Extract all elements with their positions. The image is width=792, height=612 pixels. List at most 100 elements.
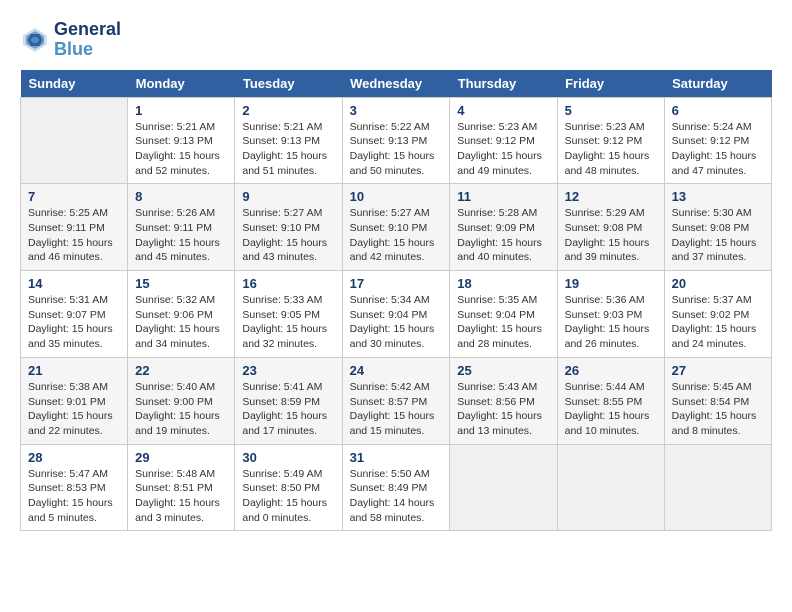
logo: General Blue: [20, 20, 121, 60]
column-header-wednesday: Wednesday: [342, 70, 450, 98]
column-header-saturday: Saturday: [664, 70, 771, 98]
day-number: 2: [242, 103, 334, 118]
calendar-cell: 25 Sunrise: 5:43 AM Sunset: 8:56 PM Dayli…: [450, 357, 557, 444]
calendar-cell: 3 Sunrise: 5:22 AM Sunset: 9:13 PM Daylig…: [342, 97, 450, 184]
day-number: 15: [135, 276, 227, 291]
week-row-2: 7 Sunrise: 5:25 AM Sunset: 9:11 PM Daylig…: [21, 184, 772, 271]
column-header-friday: Friday: [557, 70, 664, 98]
day-number: 7: [28, 189, 120, 204]
day-number: 30: [242, 450, 334, 465]
calendar-cell: 12 Sunrise: 5:29 AM Sunset: 9:08 PM Dayli…: [557, 184, 664, 271]
logo-icon: [20, 25, 50, 55]
day-info: Sunrise: 5:42 AM Sunset: 8:57 PM Dayligh…: [350, 380, 443, 439]
day-info: Sunrise: 5:36 AM Sunset: 9:03 PM Dayligh…: [565, 293, 657, 352]
day-number: 31: [350, 450, 443, 465]
calendar-cell: 14 Sunrise: 5:31 AM Sunset: 9:07 PM Dayli…: [21, 271, 128, 358]
day-info: Sunrise: 5:49 AM Sunset: 8:50 PM Dayligh…: [242, 467, 334, 526]
day-info: Sunrise: 5:40 AM Sunset: 9:00 PM Dayligh…: [135, 380, 227, 439]
day-info: Sunrise: 5:43 AM Sunset: 8:56 PM Dayligh…: [457, 380, 549, 439]
calendar-cell: 24 Sunrise: 5:42 AM Sunset: 8:57 PM Dayli…: [342, 357, 450, 444]
day-number: 11: [457, 189, 549, 204]
day-info: Sunrise: 5:34 AM Sunset: 9:04 PM Dayligh…: [350, 293, 443, 352]
calendar-cell: 18 Sunrise: 5:35 AM Sunset: 9:04 PM Dayli…: [450, 271, 557, 358]
calendar-cell: 20Sunrise: 5:37 AM Sunset: 9:02 PM Dayli…: [664, 271, 771, 358]
day-info: Sunrise: 5:45 AM Sunset: 8:54 PM Dayligh…: [672, 380, 764, 439]
calendar-cell: 5Sunrise: 5:23 AM Sunset: 9:12 PM Daylig…: [557, 97, 664, 184]
calendar-cell: 9 Sunrise: 5:27 AM Sunset: 9:10 PM Daylig…: [235, 184, 342, 271]
day-number: 14: [28, 276, 120, 291]
day-info: Sunrise: 5:24 AM Sunset: 9:12 PM Dayligh…: [672, 120, 764, 179]
calendar-cell: 4Sunrise: 5:23 AM Sunset: 9:12 PM Daylig…: [450, 97, 557, 184]
calendar-cell: [557, 444, 664, 531]
calendar-cell: 8 Sunrise: 5:26 AM Sunset: 9:11 PM Daylig…: [128, 184, 235, 271]
calendar-cell: [450, 444, 557, 531]
calendar-table: SundayMondayTuesdayWednesdayThursdayFrid…: [20, 70, 772, 532]
day-number: 3: [350, 103, 443, 118]
day-number: 13: [672, 189, 764, 204]
day-info: Sunrise: 5:32 AM Sunset: 9:06 PM Dayligh…: [135, 293, 227, 352]
day-number: 28: [28, 450, 120, 465]
calendar-cell: 17 Sunrise: 5:34 AM Sunset: 9:04 PM Dayli…: [342, 271, 450, 358]
day-info: Sunrise: 5:26 AM Sunset: 9:11 PM Dayligh…: [135, 206, 227, 265]
calendar-cell: 7 Sunrise: 5:25 AM Sunset: 9:11 PM Daylig…: [21, 184, 128, 271]
day-number: 17: [350, 276, 443, 291]
calendar-cell: 6 Sunrise: 5:24 AM Sunset: 9:12 PM Daylig…: [664, 97, 771, 184]
day-number: 24: [350, 363, 443, 378]
calendar-cell: 28 Sunrise: 5:47 AM Sunset: 8:53 PM Dayli…: [21, 444, 128, 531]
calendar-cell: 2 Sunrise: 5:21 AM Sunset: 9:13 PM Daylig…: [235, 97, 342, 184]
day-info: Sunrise: 5:28 AM Sunset: 9:09 PM Dayligh…: [457, 206, 549, 265]
calendar-cell: 11 Sunrise: 5:28 AM Sunset: 9:09 PM Dayli…: [450, 184, 557, 271]
day-number: 18: [457, 276, 549, 291]
day-number: 6: [672, 103, 764, 118]
day-number: 9: [242, 189, 334, 204]
calendar-cell: 23 Sunrise: 5:41 AM Sunset: 8:59 PM Dayli…: [235, 357, 342, 444]
calendar-header-row: SundayMondayTuesdayWednesdayThursdayFrid…: [21, 70, 772, 98]
calendar-cell: 15 Sunrise: 5:32 AM Sunset: 9:06 PM Dayli…: [128, 271, 235, 358]
day-info: Sunrise: 5:25 AM Sunset: 9:11 PM Dayligh…: [28, 206, 120, 265]
day-info: Sunrise: 5:27 AM Sunset: 9:10 PM Dayligh…: [350, 206, 443, 265]
day-number: 23: [242, 363, 334, 378]
day-info: Sunrise: 5:37 AM Sunset: 9:02 PM Dayligh…: [672, 293, 764, 352]
day-info: Sunrise: 5:35 AM Sunset: 9:04 PM Dayligh…: [457, 293, 549, 352]
page-header: General Blue: [20, 20, 772, 60]
calendar-cell: 13Sunrise: 5:30 AM Sunset: 9:08 PM Dayli…: [664, 184, 771, 271]
day-number: 26: [565, 363, 657, 378]
week-row-3: 14 Sunrise: 5:31 AM Sunset: 9:07 PM Dayli…: [21, 271, 772, 358]
day-info: Sunrise: 5:21 AM Sunset: 9:13 PM Dayligh…: [135, 120, 227, 179]
day-info: Sunrise: 5:41 AM Sunset: 8:59 PM Dayligh…: [242, 380, 334, 439]
calendar-cell: 21 Sunrise: 5:38 AM Sunset: 9:01 PM Dayli…: [21, 357, 128, 444]
day-info: Sunrise: 5:22 AM Sunset: 9:13 PM Dayligh…: [350, 120, 443, 179]
day-info: Sunrise: 5:48 AM Sunset: 8:51 PM Dayligh…: [135, 467, 227, 526]
day-info: Sunrise: 5:27 AM Sunset: 9:10 PM Dayligh…: [242, 206, 334, 265]
column-header-sunday: Sunday: [21, 70, 128, 98]
day-info: Sunrise: 5:38 AM Sunset: 9:01 PM Dayligh…: [28, 380, 120, 439]
day-number: 22: [135, 363, 227, 378]
logo-text: General Blue: [54, 20, 121, 60]
week-row-5: 28 Sunrise: 5:47 AM Sunset: 8:53 PM Dayli…: [21, 444, 772, 531]
day-info: Sunrise: 5:33 AM Sunset: 9:05 PM Dayligh…: [242, 293, 334, 352]
day-number: 25: [457, 363, 549, 378]
day-number: 27: [672, 363, 764, 378]
column-header-tuesday: Tuesday: [235, 70, 342, 98]
day-info: Sunrise: 5:29 AM Sunset: 9:08 PM Dayligh…: [565, 206, 657, 265]
column-header-monday: Monday: [128, 70, 235, 98]
day-number: 21: [28, 363, 120, 378]
day-number: 1: [135, 103, 227, 118]
calendar-cell: [664, 444, 771, 531]
day-number: 19: [565, 276, 657, 291]
day-number: 16: [242, 276, 334, 291]
calendar-cell: 27 Sunrise: 5:45 AM Sunset: 8:54 PM Dayli…: [664, 357, 771, 444]
day-info: Sunrise: 5:23 AM Sunset: 9:12 PM Dayligh…: [565, 120, 657, 179]
day-info: Sunrise: 5:47 AM Sunset: 8:53 PM Dayligh…: [28, 467, 120, 526]
day-number: 12: [565, 189, 657, 204]
calendar-cell: 30 Sunrise: 5:49 AM Sunset: 8:50 PM Dayli…: [235, 444, 342, 531]
calendar-cell: 31Sunrise: 5:50 AM Sunset: 8:49 PM Dayli…: [342, 444, 450, 531]
day-number: 8: [135, 189, 227, 204]
day-info: Sunrise: 5:21 AM Sunset: 9:13 PM Dayligh…: [242, 120, 334, 179]
calendar-cell: [21, 97, 128, 184]
day-info: Sunrise: 5:44 AM Sunset: 8:55 PM Dayligh…: [565, 380, 657, 439]
day-info: Sunrise: 5:31 AM Sunset: 9:07 PM Dayligh…: [28, 293, 120, 352]
calendar-cell: 1 Sunrise: 5:21 AM Sunset: 9:13 PM Daylig…: [128, 97, 235, 184]
calendar-cell: 29Sunrise: 5:48 AM Sunset: 8:51 PM Dayli…: [128, 444, 235, 531]
calendar-cell: 22 Sunrise: 5:40 AM Sunset: 9:00 PM Dayli…: [128, 357, 235, 444]
